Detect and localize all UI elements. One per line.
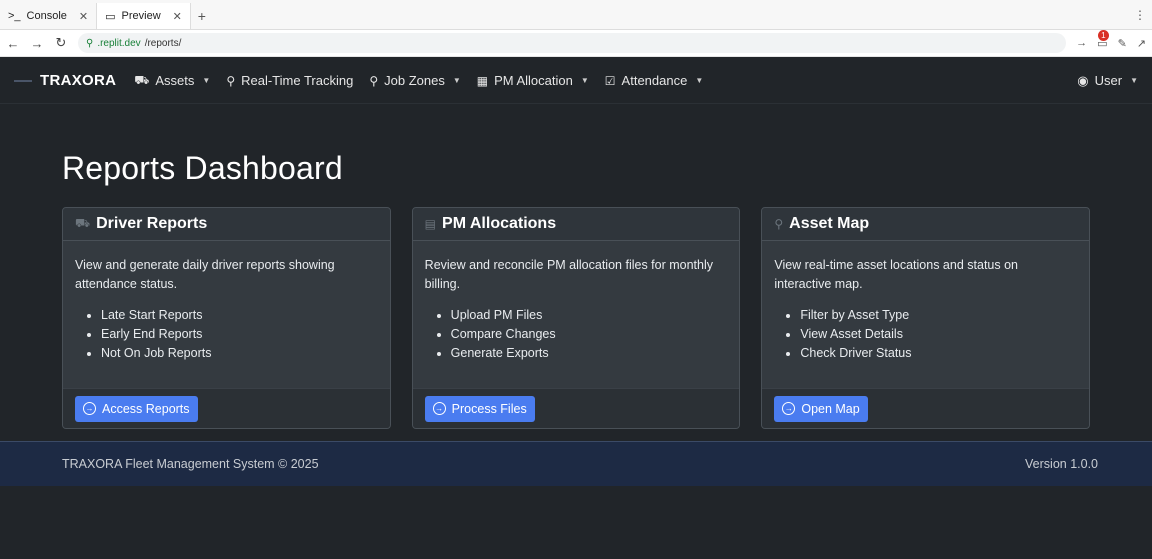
page-title: Reports Dashboard <box>62 150 343 186</box>
arrow-right-icon[interactable]: → <box>1076 37 1087 49</box>
caret-down-icon: ▼ <box>1130 76 1138 85</box>
list-item: Check Driver Status <box>800 344 1077 363</box>
brand-logo <box>14 79 32 82</box>
nav-item-pm-allocation[interactable]: ▦ PM Allocation ▼ <box>477 73 589 88</box>
address-bar: ← → ↻ ⚲ .replit.dev/reports/ → ▭ ✎ 1 ↗ <box>0 29 1152 57</box>
tab-label: Console <box>26 10 67 22</box>
user-menu[interactable]: ◉ User ▼ <box>1077 73 1138 89</box>
external-link-icon[interactable]: ↗ <box>1137 37 1146 50</box>
location-pin-icon: ⚲ <box>369 73 379 88</box>
card-header: ▤ PM Allocations <box>412 208 740 241</box>
button-label: Access Reports <box>102 401 190 416</box>
close-icon[interactable]: ✕ <box>173 10 182 23</box>
list-item: Late Start Reports <box>101 306 378 325</box>
back-icon[interactable]: ← <box>6 36 20 51</box>
list-item: Compare Changes <box>451 325 728 344</box>
main-content: Reports Dashboard ⛟ Driver Reports View … <box>0 104 1152 441</box>
card-pm-allocations: ▤ PM Allocations Review and reconcile PM… <box>411 207 741 429</box>
nav-item-label: Attendance <box>621 73 688 88</box>
list-item: Filter by Asset Type <box>800 306 1077 325</box>
card-driver-reports: ⛟ Driver Reports View and generate daily… <box>62 207 391 429</box>
tab-preview[interactable]: ▭ Preview ✕ <box>97 3 191 29</box>
list-item: Generate Exports <box>451 344 728 363</box>
calculator-icon: ▦ <box>476 73 489 88</box>
caret-down-icon: ▼ <box>695 76 704 85</box>
card-description: View real-time asset locations and statu… <box>774 258 1018 291</box>
truck-icon: ⛟ <box>134 72 150 87</box>
monitor-icon: ▭ <box>105 10 116 23</box>
browser-tab-bar: >_ Console ✕ ▭ Preview ✕ + ⋮ <box>0 0 1152 30</box>
list-item: View Asset Details <box>800 325 1077 344</box>
card-footer: → Process Files <box>412 388 740 428</box>
nav-item-assets[interactable]: ⛟ Assets ▼ <box>134 73 210 89</box>
button-label: Open Map <box>801 401 860 416</box>
nav-item-job-zones[interactable]: ⚲ Job Zones ▼ <box>369 73 460 88</box>
card-footer: → Access Reports <box>63 388 390 428</box>
nav-item-label: Assets <box>155 73 195 88</box>
truck-icon: ⛟ <box>75 216 91 230</box>
nav-item-label: Job Zones <box>384 73 445 88</box>
close-icon[interactable]: ✕ <box>79 10 88 23</box>
forward-icon[interactable]: → <box>30 36 44 51</box>
nav-item-label: PM Allocation <box>494 73 573 88</box>
card-header: ⚲ Asset Map <box>762 208 1090 241</box>
page-background <box>0 486 1152 559</box>
url-path: /reports/ <box>144 37 182 49</box>
card-description: View and generate daily driver reports s… <box>75 258 335 291</box>
caret-down-icon: ▼ <box>452 76 461 85</box>
version-text: Version 1.0.0 <box>1025 457 1098 471</box>
file-invoice-icon: ▤ <box>424 217 437 231</box>
open-map-button[interactable]: → Open Map <box>774 395 868 422</box>
nav-item-real-time-tracking[interactable]: ⚲ Real-Time Tracking <box>226 73 353 88</box>
caret-down-icon: ▼ <box>580 76 589 85</box>
arrow-circle-right-icon: → <box>83 402 96 415</box>
feature-list: Upload PM Files Compare Changes Generate… <box>425 306 728 363</box>
process-files-button[interactable]: → Process Files <box>424 395 535 422</box>
page-footer: TRAXORA Fleet Management System © 2025 V… <box>0 441 1152 486</box>
card-footer: → Open Map <box>762 388 1090 428</box>
report-cards: ⛟ Driver Reports View and generate daily… <box>62 207 1091 429</box>
map-pin-icon: ⚲ <box>226 73 236 88</box>
copyright-text: TRAXORA Fleet Management System © 2025 <box>62 457 319 471</box>
list-item: Early End Reports <box>101 325 378 344</box>
card-title: Asset Map <box>789 215 870 232</box>
tab-label: Preview <box>121 10 161 22</box>
new-tab-button[interactable]: + <box>191 3 213 29</box>
reload-icon[interactable]: ↻ <box>54 35 68 51</box>
link-icon: ⚲ <box>86 37 94 49</box>
notification-badge: 1 <box>1098 29 1109 41</box>
card-body: View real-time asset locations and statu… <box>762 241 1089 388</box>
list-item: Upload PM Files <box>451 306 728 325</box>
feature-list: Late Start Reports Early End Reports Not… <box>75 306 378 363</box>
card-body: Review and reconcile PM allocation files… <box>413 241 740 388</box>
brand[interactable]: TRAXORA <box>14 72 116 89</box>
caret-down-icon: ▼ <box>202 76 211 85</box>
tools-icon[interactable]: ✎ <box>1118 37 1127 50</box>
card-body: View and generate daily driver reports s… <box>63 241 390 388</box>
terminal-icon: >_ <box>8 10 21 22</box>
user-label: User <box>1094 73 1123 88</box>
arrow-circle-right-icon: → <box>432 402 446 415</box>
card-title: Driver Reports <box>96 215 208 232</box>
card-description: Review and reconcile PM allocation files… <box>424 258 713 291</box>
arrow-circle-right-icon: → <box>782 402 796 415</box>
brand-name: TRAXORA <box>40 72 117 89</box>
button-label: Process Files <box>451 401 527 416</box>
nav-item-label: Real-Time Tracking <box>241 73 354 88</box>
tab-console[interactable]: >_ Console ✕ <box>0 3 98 29</box>
map-marker-icon: ⚲ <box>774 217 784 231</box>
card-title: PM Allocations <box>442 215 557 232</box>
nav-item-attendance[interactable]: ☑ Attendance ▼ <box>605 73 703 88</box>
list-item: Not On Job Reports <box>101 344 378 363</box>
user-circle-icon: ◉ <box>1077 72 1089 88</box>
card-asset-map: ⚲ Asset Map View real-time asset locatio… <box>761 207 1091 429</box>
access-reports-button[interactable]: → Access Reports <box>75 395 198 422</box>
url-field[interactable]: ⚲ .replit.dev/reports/ <box>78 33 1067 53</box>
calendar-check-icon: ☑ <box>604 73 616 88</box>
more-menu-icon[interactable]: ⋮ <box>1134 8 1146 22</box>
feature-list: Filter by Asset Type View Asset Details … <box>774 306 1077 363</box>
url-host: .replit.dev <box>97 37 141 49</box>
app-navbar: TRAXORA ⛟ Assets ▼ ⚲ Real-Time Tracking … <box>0 58 1152 104</box>
card-header: ⛟ Driver Reports <box>63 208 390 241</box>
